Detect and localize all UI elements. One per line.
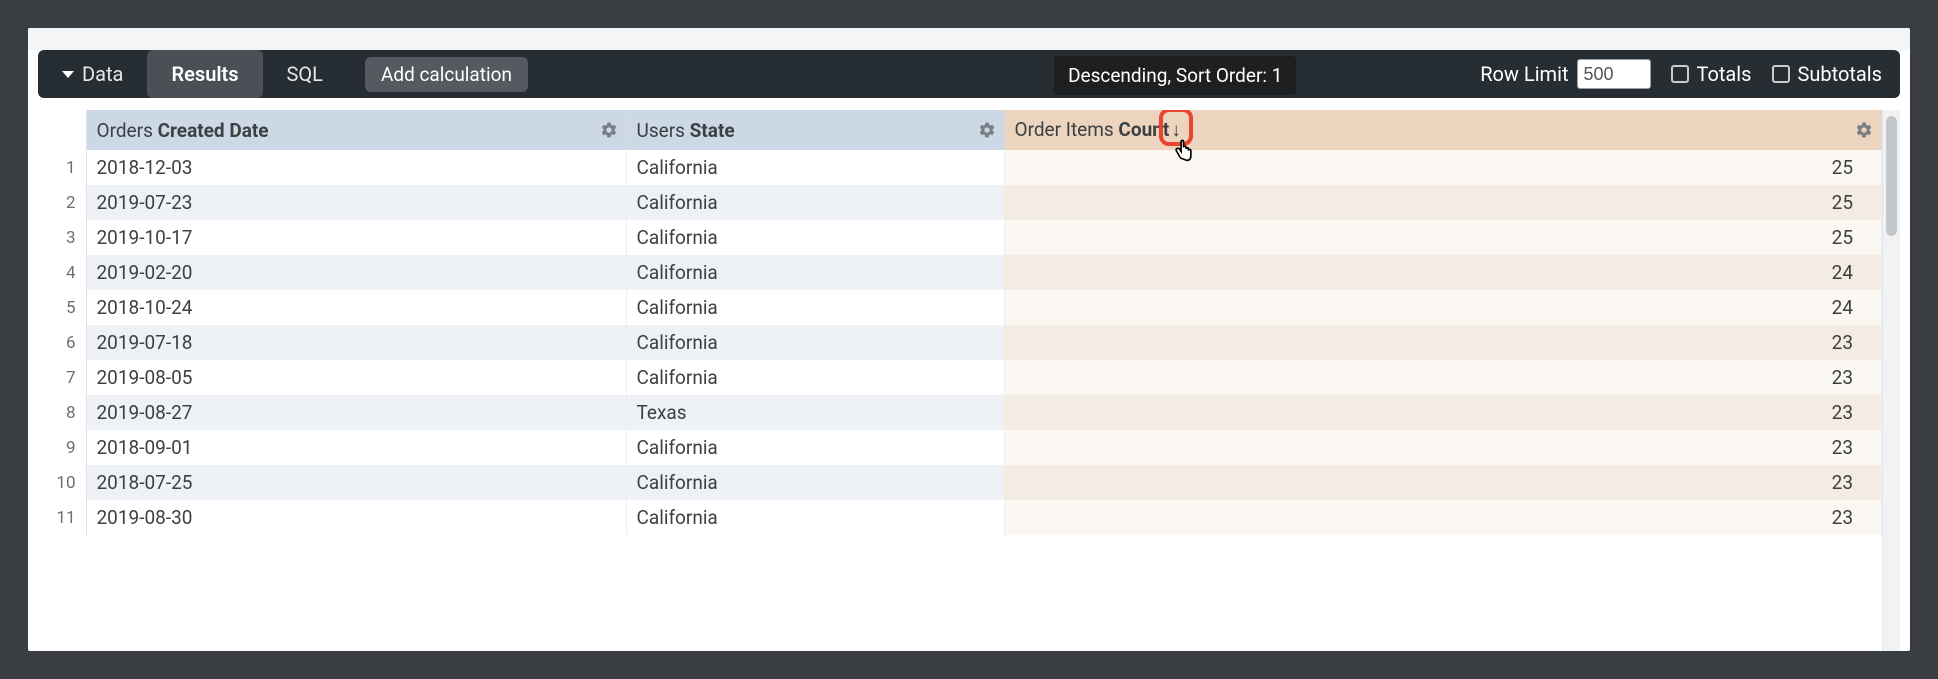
gear-icon[interactable] [978, 121, 996, 139]
row-limit-label: Row Limit [1480, 62, 1568, 86]
cell-count[interactable]: 24 [1004, 255, 1882, 290]
table-row: 52018-10-24California24 [38, 290, 1882, 325]
table-row: 112019-08-30California23 [38, 500, 1882, 535]
cell-state[interactable]: California [626, 150, 1004, 185]
arrow-down-icon[interactable]: ↓ [1169, 118, 1181, 141]
checkbox-icon [1671, 65, 1689, 83]
row-number-cell: 5 [38, 290, 86, 325]
gear-icon[interactable] [1855, 121, 1873, 139]
row-number-cell: 3 [38, 220, 86, 255]
cell-created-date[interactable]: 2018-07-25 [86, 465, 626, 500]
cell-count[interactable]: 25 [1004, 185, 1882, 220]
cell-created-date[interactable]: 2019-08-05 [86, 360, 626, 395]
table-row: 12018-12-03California25 [38, 150, 1882, 185]
column-header-created-date[interactable]: Orders Created Date [86, 110, 626, 150]
checkbox-icon [1772, 65, 1790, 83]
column-header-state[interactable]: Users State [626, 110, 1004, 150]
tab-results[interactable]: Results [147, 50, 262, 98]
cell-count[interactable]: 23 [1004, 360, 1882, 395]
cell-created-date[interactable]: 2018-09-01 [86, 430, 626, 465]
panel-top-spacer [28, 28, 1910, 50]
results-table: Orders Created Date Users State [38, 110, 1882, 535]
table-row: 72019-08-05California23 [38, 360, 1882, 395]
cell-state[interactable]: California [626, 430, 1004, 465]
tab-results-label: Results [171, 62, 238, 86]
add-calculation-label: Add calculation [381, 63, 512, 86]
cell-count[interactable]: 23 [1004, 500, 1882, 535]
totals-label: Totals [1697, 62, 1752, 86]
subtotals-checkbox[interactable]: Subtotals [1772, 62, 1883, 86]
cell-created-date[interactable]: 2019-07-18 [86, 325, 626, 360]
cell-state[interactable]: California [626, 500, 1004, 535]
cell-state[interactable]: Texas [626, 395, 1004, 430]
cell-state[interactable]: California [626, 255, 1004, 290]
tab-data[interactable]: Data [48, 50, 147, 98]
gear-icon[interactable] [600, 121, 618, 139]
cell-state[interactable]: California [626, 360, 1004, 395]
table-row: 62019-07-18California23 [38, 325, 1882, 360]
cell-count[interactable]: 23 [1004, 325, 1882, 360]
table-row: 92018-09-01California23 [38, 430, 1882, 465]
add-calculation-button[interactable]: Add calculation [365, 57, 528, 92]
cell-created-date[interactable]: 2018-12-03 [86, 150, 626, 185]
cell-created-date[interactable]: 2018-10-24 [86, 290, 626, 325]
cell-count[interactable]: 23 [1004, 395, 1882, 430]
cell-count[interactable]: 25 [1004, 150, 1882, 185]
tab-sql[interactable]: SQL [263, 50, 347, 98]
cell-created-date[interactable]: 2019-07-23 [86, 185, 626, 220]
row-limit-group: Row Limit [1480, 59, 1650, 89]
row-number-cell: 1 [38, 150, 86, 185]
cell-state[interactable]: California [626, 220, 1004, 255]
row-number-cell: 7 [38, 360, 86, 395]
tab-data-label: Data [82, 62, 123, 86]
column-header-count[interactable]: Order Items Count↓ [1004, 110, 1882, 150]
cell-state[interactable]: California [626, 325, 1004, 360]
chevron-down-icon [62, 71, 74, 78]
row-number-cell: 9 [38, 430, 86, 465]
cell-count[interactable]: 23 [1004, 465, 1882, 500]
totals-checkbox[interactable]: Totals [1671, 62, 1752, 86]
cell-count[interactable]: 23 [1004, 430, 1882, 465]
row-number-cell: 2 [38, 185, 86, 220]
cell-created-date[interactable]: 2019-08-30 [86, 500, 626, 535]
cell-created-date[interactable]: 2019-02-20 [86, 255, 626, 290]
row-number-cell: 4 [38, 255, 86, 290]
table-row: 82019-08-27Texas23 [38, 395, 1882, 430]
cell-created-date[interactable]: 2019-10-17 [86, 220, 626, 255]
row-number-header [38, 110, 86, 150]
subtotals-label: Subtotals [1798, 62, 1883, 86]
cell-state[interactable]: California [626, 465, 1004, 500]
row-number-cell: 11 [38, 500, 86, 535]
table-row: 32019-10-17California25 [38, 220, 1882, 255]
vertical-scrollbar[interactable] [1882, 110, 1900, 651]
cell-count[interactable]: 25 [1004, 220, 1882, 255]
table-row: 42019-02-20California24 [38, 255, 1882, 290]
cell-state[interactable]: California [626, 185, 1004, 220]
tab-sql-label: SQL [287, 62, 323, 86]
table-row: 22019-07-23California25 [38, 185, 1882, 220]
cell-state[interactable]: California [626, 290, 1004, 325]
row-limit-input[interactable] [1577, 59, 1651, 89]
cell-count[interactable]: 24 [1004, 290, 1882, 325]
row-number-cell: 8 [38, 395, 86, 430]
cell-created-date[interactable]: 2019-08-27 [86, 395, 626, 430]
results-toolbar: Data Results SQL Add calculation Row Lim… [38, 50, 1900, 98]
scrollbar-thumb[interactable] [1886, 116, 1897, 236]
table-row: 102018-07-25California23 [38, 465, 1882, 500]
row-number-cell: 10 [38, 465, 86, 500]
sort-tooltip: Descending, Sort Order: 1 [1054, 56, 1296, 95]
row-number-cell: 6 [38, 325, 86, 360]
